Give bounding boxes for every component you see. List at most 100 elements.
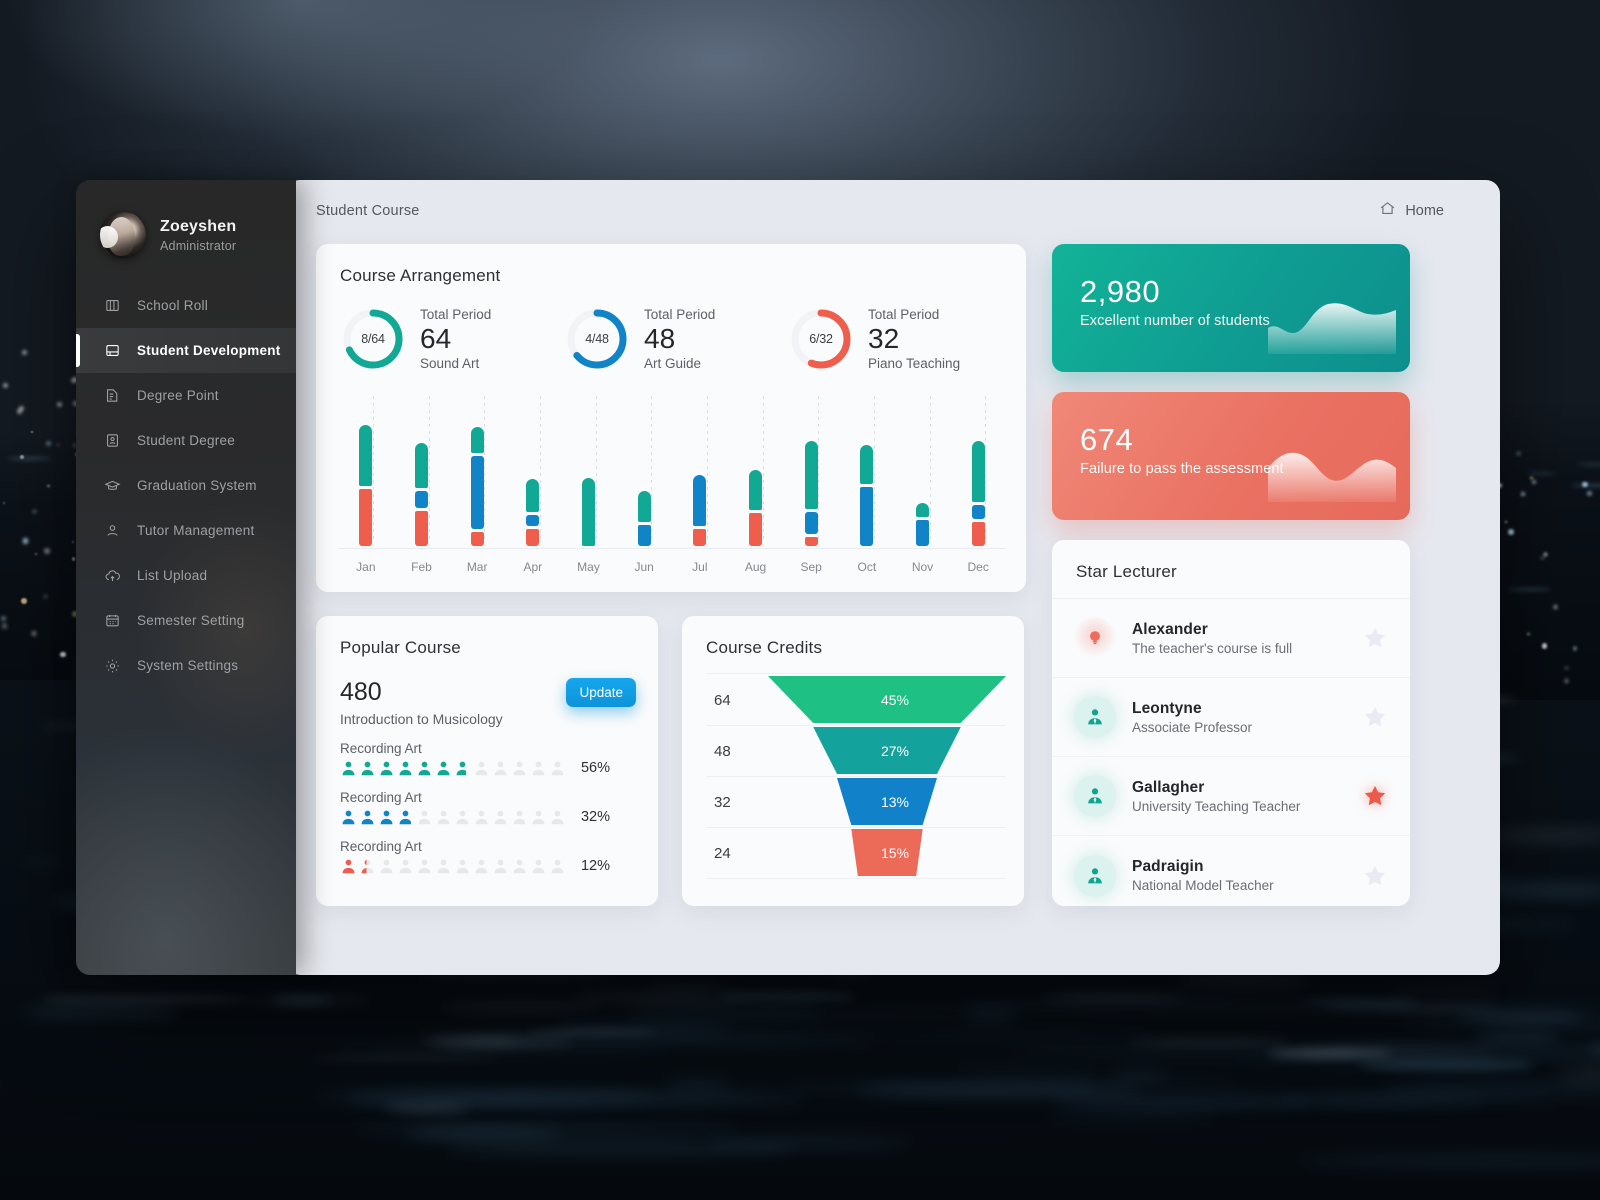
row-percent: 12% [580,858,610,874]
lecturer-row[interactable]: Alexander The teacher's course is full [1052,599,1410,678]
donut-ratio: 8/64 [361,332,385,346]
star-icon[interactable] [1362,783,1388,809]
popular-course-row: Recording Art 12% [340,839,634,874]
sidebar-item-semester-setting[interactable]: Semester Setting [76,598,296,643]
book-icon [104,342,121,359]
popular-course-row: Recording Art 56% [340,741,634,776]
person-icon [454,858,473,874]
profile-name: Zoeyshen [160,217,237,235]
sidebar: Zoeyshen Administrator School Roll Studen… [76,180,296,975]
city-light [1489,831,1600,839]
sidebar-item-label: Semester Setting [137,613,245,628]
svg-text:13%: 13% [881,794,909,810]
city-light [1376,1007,1600,1014]
city-light [784,1083,1096,1094]
person-icon [435,858,454,874]
chart-gridline [595,396,597,541]
person-icon [397,858,416,874]
chart-gridline [706,396,708,541]
sparkline-icon [1268,452,1396,502]
stat-card-excellent[interactable]: 2,980 Excellent number of students [1052,244,1410,372]
funnel-row-label: 48 [714,742,731,760]
star-icon[interactable] [1362,625,1388,651]
lecturer-row[interactable]: Leontyne Associate Professor [1052,678,1410,757]
chart-month-label: Apr [523,560,543,574]
person-icon [416,858,435,874]
bar-column [749,469,762,546]
sidebar-item-degree-point[interactable]: Degree Point [76,373,296,418]
sidebar-item-label: Student Degree [137,433,236,448]
star-icon[interactable] [1362,704,1388,730]
bar-column [526,478,540,546]
sidebar-item-student-degree[interactable]: Student Degree [76,418,296,463]
bar-segment-blue [860,487,874,546]
cloud-upload-icon [104,567,121,584]
donut-ring: 8/64 [340,306,406,372]
person-icon [454,760,473,776]
sidebar-nav: School Roll Student Development Degree Poi… [76,283,296,688]
chart-gridline [762,396,764,541]
donut-value: 48 [644,322,676,354]
person-icon [340,809,359,825]
bar-segment-blue [526,514,540,527]
donut-course-name: Piano Teaching [868,356,961,372]
city-light [644,982,726,989]
main-content: Student Course Home Course Arrangement 8… [286,180,1500,975]
course-credits-title: Course Credits [706,638,823,657]
donut-sound-art: 8/64 Total Period 64 Sound Art [340,306,491,372]
bar-segment-green [749,469,762,510]
bar-segment-red [693,529,707,546]
bar-segment-red [359,489,373,546]
pictogram [340,858,568,874]
person-icon [378,858,397,874]
stat-card-failure[interactable]: 674 Failure to pass the assessment [1052,392,1410,520]
chart-month-label: Jan [356,560,376,574]
svg-text:27%: 27% [881,743,909,759]
calendar-icon [104,612,121,629]
profile-block[interactable]: Zoeyshen Administrator [100,212,236,258]
bar-segment-green [804,440,818,510]
sidebar-item-list-upload[interactable]: List Upload [76,553,296,598]
star-lecturer-card: Star Lecturer Alexander The teacher's cou… [1052,540,1410,906]
sidebar-item-school-roll[interactable]: School Roll [76,283,296,328]
lightbulb-icon [1074,617,1116,659]
sidebar-item-system-settings[interactable]: System Settings [76,643,296,688]
sidebar-item-student-development[interactable]: Student Development [76,328,296,373]
donut-total-period-label: Total Period [644,306,716,322]
donut-ratio: 4/48 [585,332,609,346]
chart-axis-line [338,548,1006,549]
sidebar-item-tutor-management[interactable]: Tutor Management [76,508,296,553]
city-light [441,1003,602,1010]
bar-segment-green [415,443,428,489]
bar-segment-blue [971,505,985,520]
course-credits-card: Course Credits 45% 27% 13% 15% 64 48 32 24 [682,616,1024,906]
donut-ratio: 6/32 [809,332,833,346]
city-light [310,1056,499,1060]
bar-segment-red [971,522,985,546]
star-icon[interactable] [1362,863,1388,889]
update-button[interactable]: Update [566,678,636,707]
city-light [22,1007,181,1017]
pictogram [340,809,568,825]
chart-month-label: Mar [466,560,488,574]
city-light [1527,471,1557,475]
home-button[interactable]: Home [1379,200,1444,222]
funnel-gridline [706,776,1006,777]
chart-gridline [818,396,820,541]
city-light [550,1023,735,1032]
person-icon [549,809,568,825]
chart-month-label: Nov [911,560,934,574]
bar-segment-green [637,491,651,522]
svg-text:45%: 45% [881,692,909,708]
person-icon [1074,775,1116,817]
sidebar-item-graduation-system[interactable]: Graduation System [76,463,296,508]
city-light [1576,462,1600,466]
person-icon [530,809,549,825]
chart-gridline [651,396,653,541]
lecturer-row[interactable]: Padraigin National Model Teacher [1052,836,1410,915]
person-icon [511,809,530,825]
lecturer-row[interactable]: Gallagher University Teaching Teacher [1052,757,1410,836]
funnel-row-label: 24 [714,844,731,862]
person-icon [378,760,397,776]
chart-gridline [929,396,931,541]
